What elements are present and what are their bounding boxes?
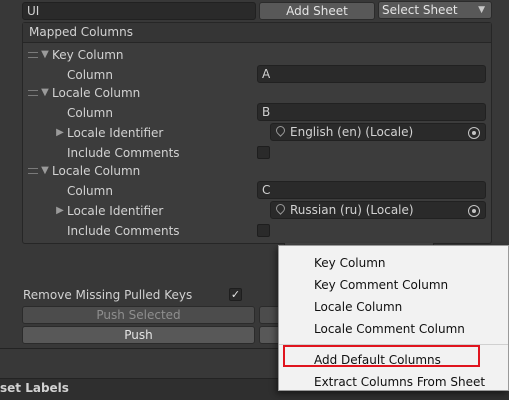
select-sheet-label: Select Sheet xyxy=(382,3,458,17)
highlight-box xyxy=(283,345,480,367)
add-column-context-menu: Key Column Key Comment Column Locale Col… xyxy=(278,245,509,391)
object-picker-icon[interactable] xyxy=(468,205,480,217)
locale-identifier-field[interactable]: Russian (ru) (Locale) xyxy=(270,201,486,219)
locale-identifier-label: Locale Identifier xyxy=(67,204,164,218)
locale-column-column-field[interactable]: B xyxy=(257,103,486,121)
locale-column-column-label: Column xyxy=(67,106,113,120)
name-field[interactable]: UI xyxy=(22,2,256,20)
triangle-down-icon[interactable]: ▼ xyxy=(40,88,50,98)
section-header-label: set Labels xyxy=(0,381,69,395)
locale-column-title[interactable]: Locale Column xyxy=(52,84,140,102)
drag-handle-icon[interactable] xyxy=(28,90,38,96)
remove-missing-keys-label: Remove Missing Pulled Keys xyxy=(23,288,193,302)
chevron-down-icon: ▼ xyxy=(478,5,485,15)
include-comments-label: Include Comments xyxy=(67,146,180,160)
key-column-column-field[interactable]: A xyxy=(257,65,486,83)
menu-item-key-comment-column[interactable]: Key Comment Column xyxy=(279,274,508,296)
triangle-right-icon[interactable]: ▶ xyxy=(55,206,65,216)
locale-identifier-label: Locale Identifier xyxy=(67,126,164,140)
drag-handle-icon[interactable] xyxy=(28,52,38,58)
pin-icon xyxy=(274,124,287,137)
mapped-columns-title: Mapped Columns xyxy=(29,25,133,39)
push-selected-button[interactable]: Push Selected xyxy=(22,306,255,324)
triangle-right-icon[interactable]: ▶ xyxy=(55,128,65,138)
remove-missing-keys-checkbox[interactable]: ✓ xyxy=(229,288,242,301)
drag-handle-icon[interactable] xyxy=(28,168,38,174)
triangle-down-icon[interactable]: ▼ xyxy=(40,166,50,176)
locale-identifier-value: Russian (ru) (Locale) xyxy=(290,203,414,217)
locale-identifier-field[interactable]: English (en) (Locale) xyxy=(270,123,486,141)
push-button[interactable]: Push xyxy=(22,326,255,344)
key-column-title[interactable]: Key Column xyxy=(52,46,124,64)
select-sheet-dropdown[interactable]: Select Sheet ▼ xyxy=(378,1,492,19)
menu-item-locale-column[interactable]: Locale Column xyxy=(279,296,508,318)
include-comments-label: Include Comments xyxy=(67,224,180,238)
locale-column-column-field[interactable]: C xyxy=(257,181,486,199)
key-column-column-label: Column xyxy=(67,68,113,82)
add-sheet-button[interactable]: Add Sheet xyxy=(259,2,375,20)
include-comments-checkbox[interactable] xyxy=(257,146,270,159)
pin-icon xyxy=(274,202,287,215)
object-picker-icon[interactable] xyxy=(468,127,480,139)
locale-column-title[interactable]: Locale Column xyxy=(52,162,140,180)
menu-item-extract-columns-from-sheet[interactable]: Extract Columns From Sheet xyxy=(279,371,508,393)
include-comments-checkbox[interactable] xyxy=(257,224,270,237)
triangle-down-icon[interactable]: ▼ xyxy=(40,50,50,60)
menu-item-locale-comment-column[interactable]: Locale Comment Column xyxy=(279,318,508,340)
locale-identifier-value: English (en) (Locale) xyxy=(290,125,414,139)
locale-column-column-label: Column xyxy=(67,184,113,198)
menu-item-key-column[interactable]: Key Column xyxy=(279,252,508,274)
